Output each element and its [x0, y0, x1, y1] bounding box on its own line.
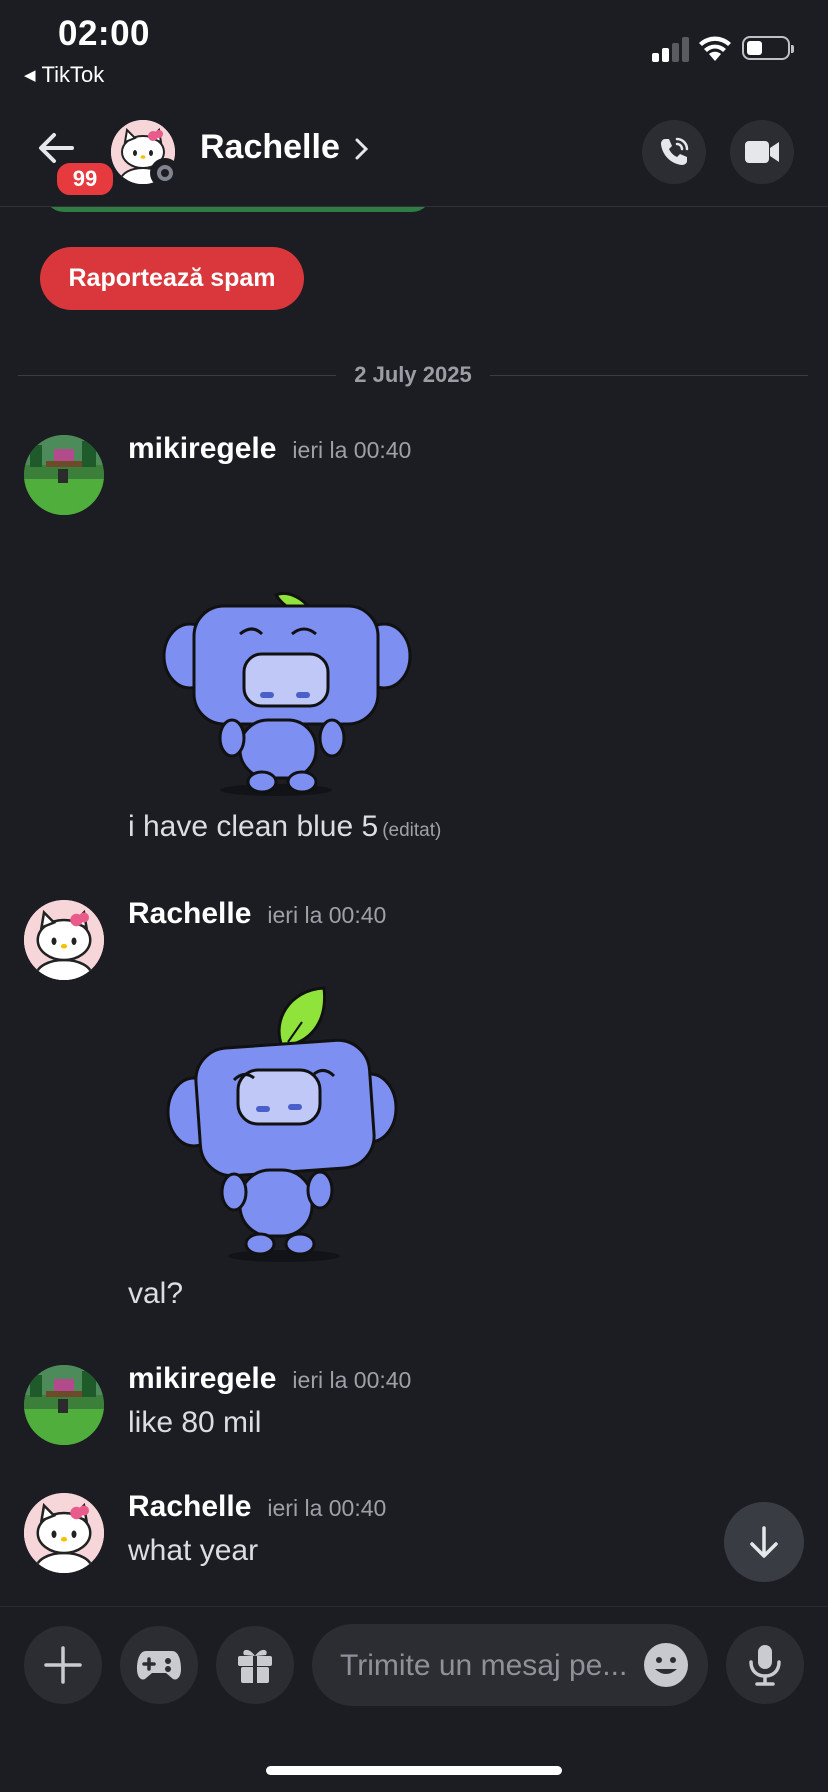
- message-timestamp: ieri la 00:40: [267, 902, 387, 928]
- gamepad-icon: [137, 1651, 181, 1680]
- chevron-right-icon[interactable]: [352, 134, 372, 164]
- plus-icon: [44, 1646, 82, 1684]
- wifi-icon: [699, 36, 731, 61]
- date-divider: 2 July 2025: [18, 362, 808, 388]
- message-header: Rachelle ieri la 00:40: [128, 1490, 386, 1524]
- message-timestamp: ieri la 00:40: [292, 1367, 412, 1393]
- phone-call-icon: [661, 137, 689, 165]
- emoji-button[interactable]: [644, 1643, 688, 1687]
- message-body: i have clean blue 5 (editat): [128, 810, 441, 844]
- report-spam-button[interactable]: Raportează spam: [40, 247, 304, 310]
- hello-kitty-avatar-icon: [24, 1493, 104, 1573]
- battery-icon: [742, 36, 794, 60]
- header-divider: [0, 206, 828, 207]
- message-input-container: [312, 1624, 708, 1708]
- avatar[interactable]: [24, 900, 104, 980]
- offline-status-icon: [150, 158, 180, 188]
- scroll-to-bottom-button[interactable]: [724, 1502, 804, 1582]
- back-to-app-link[interactable]: ◀ TikTok: [24, 62, 104, 88]
- minecraft-avatar-icon: [24, 435, 104, 515]
- message-timestamp: ieri la 00:40: [267, 1495, 387, 1521]
- gift-button[interactable]: [216, 1626, 294, 1704]
- avatar[interactable]: [24, 1365, 104, 1445]
- add-attachment-button[interactable]: [24, 1626, 102, 1704]
- video-camera-icon: [745, 141, 779, 163]
- message-text: val?: [128, 1277, 184, 1310]
- microphone-icon: [749, 1645, 781, 1686]
- hello-kitty-avatar-icon: [24, 900, 104, 980]
- back-triangle-icon: ◀: [24, 67, 36, 84]
- message-author[interactable]: Rachelle: [128, 897, 251, 930]
- voice-call-button[interactable]: [642, 120, 706, 184]
- message-author[interactable]: mikiregele: [128, 1362, 276, 1395]
- composer-divider: [0, 1606, 828, 1607]
- date-label: 2 July 2025: [354, 362, 472, 387]
- unread-count-badge: 99: [54, 160, 116, 198]
- message-timestamp: ieri la 00:40: [292, 437, 412, 463]
- avatar[interactable]: [24, 1493, 104, 1573]
- gift-icon: [238, 1649, 272, 1683]
- minecraft-avatar-icon: [24, 1365, 104, 1445]
- voice-message-button[interactable]: [726, 1626, 804, 1704]
- edited-label: (editat): [382, 820, 442, 841]
- message-text: like 80 mil: [128, 1406, 262, 1439]
- activities-button[interactable]: [120, 1626, 198, 1704]
- message-header: mikiregele ieri la 00:40: [128, 1362, 411, 1396]
- page-title[interactable]: Rachelle: [200, 128, 340, 167]
- message-text: what year: [128, 1534, 259, 1567]
- wumpus-sticker-icon[interactable]: [156, 588, 418, 798]
- message-header: Rachelle ieri la 00:40: [128, 897, 386, 931]
- emoji-icon: [655, 1657, 677, 1674]
- message-header: mikiregele ieri la 00:40: [128, 432, 411, 466]
- arrow-down-icon: [750, 1526, 778, 1558]
- message-text: i have clean blue 5: [128, 810, 379, 843]
- message-author[interactable]: mikiregele: [128, 432, 276, 465]
- wumpus-sticker-icon[interactable]: [164, 982, 404, 1264]
- video-call-button[interactable]: [730, 120, 794, 184]
- home-indicator: [266, 1766, 562, 1775]
- status-time: 02:00: [58, 14, 151, 53]
- back-app-label: TikTok: [41, 62, 105, 87]
- avatar[interactable]: [24, 435, 104, 515]
- message-author[interactable]: Rachelle: [128, 1490, 251, 1523]
- cellular-signal-icon: [652, 36, 689, 62]
- message-input[interactable]: [338, 1624, 642, 1708]
